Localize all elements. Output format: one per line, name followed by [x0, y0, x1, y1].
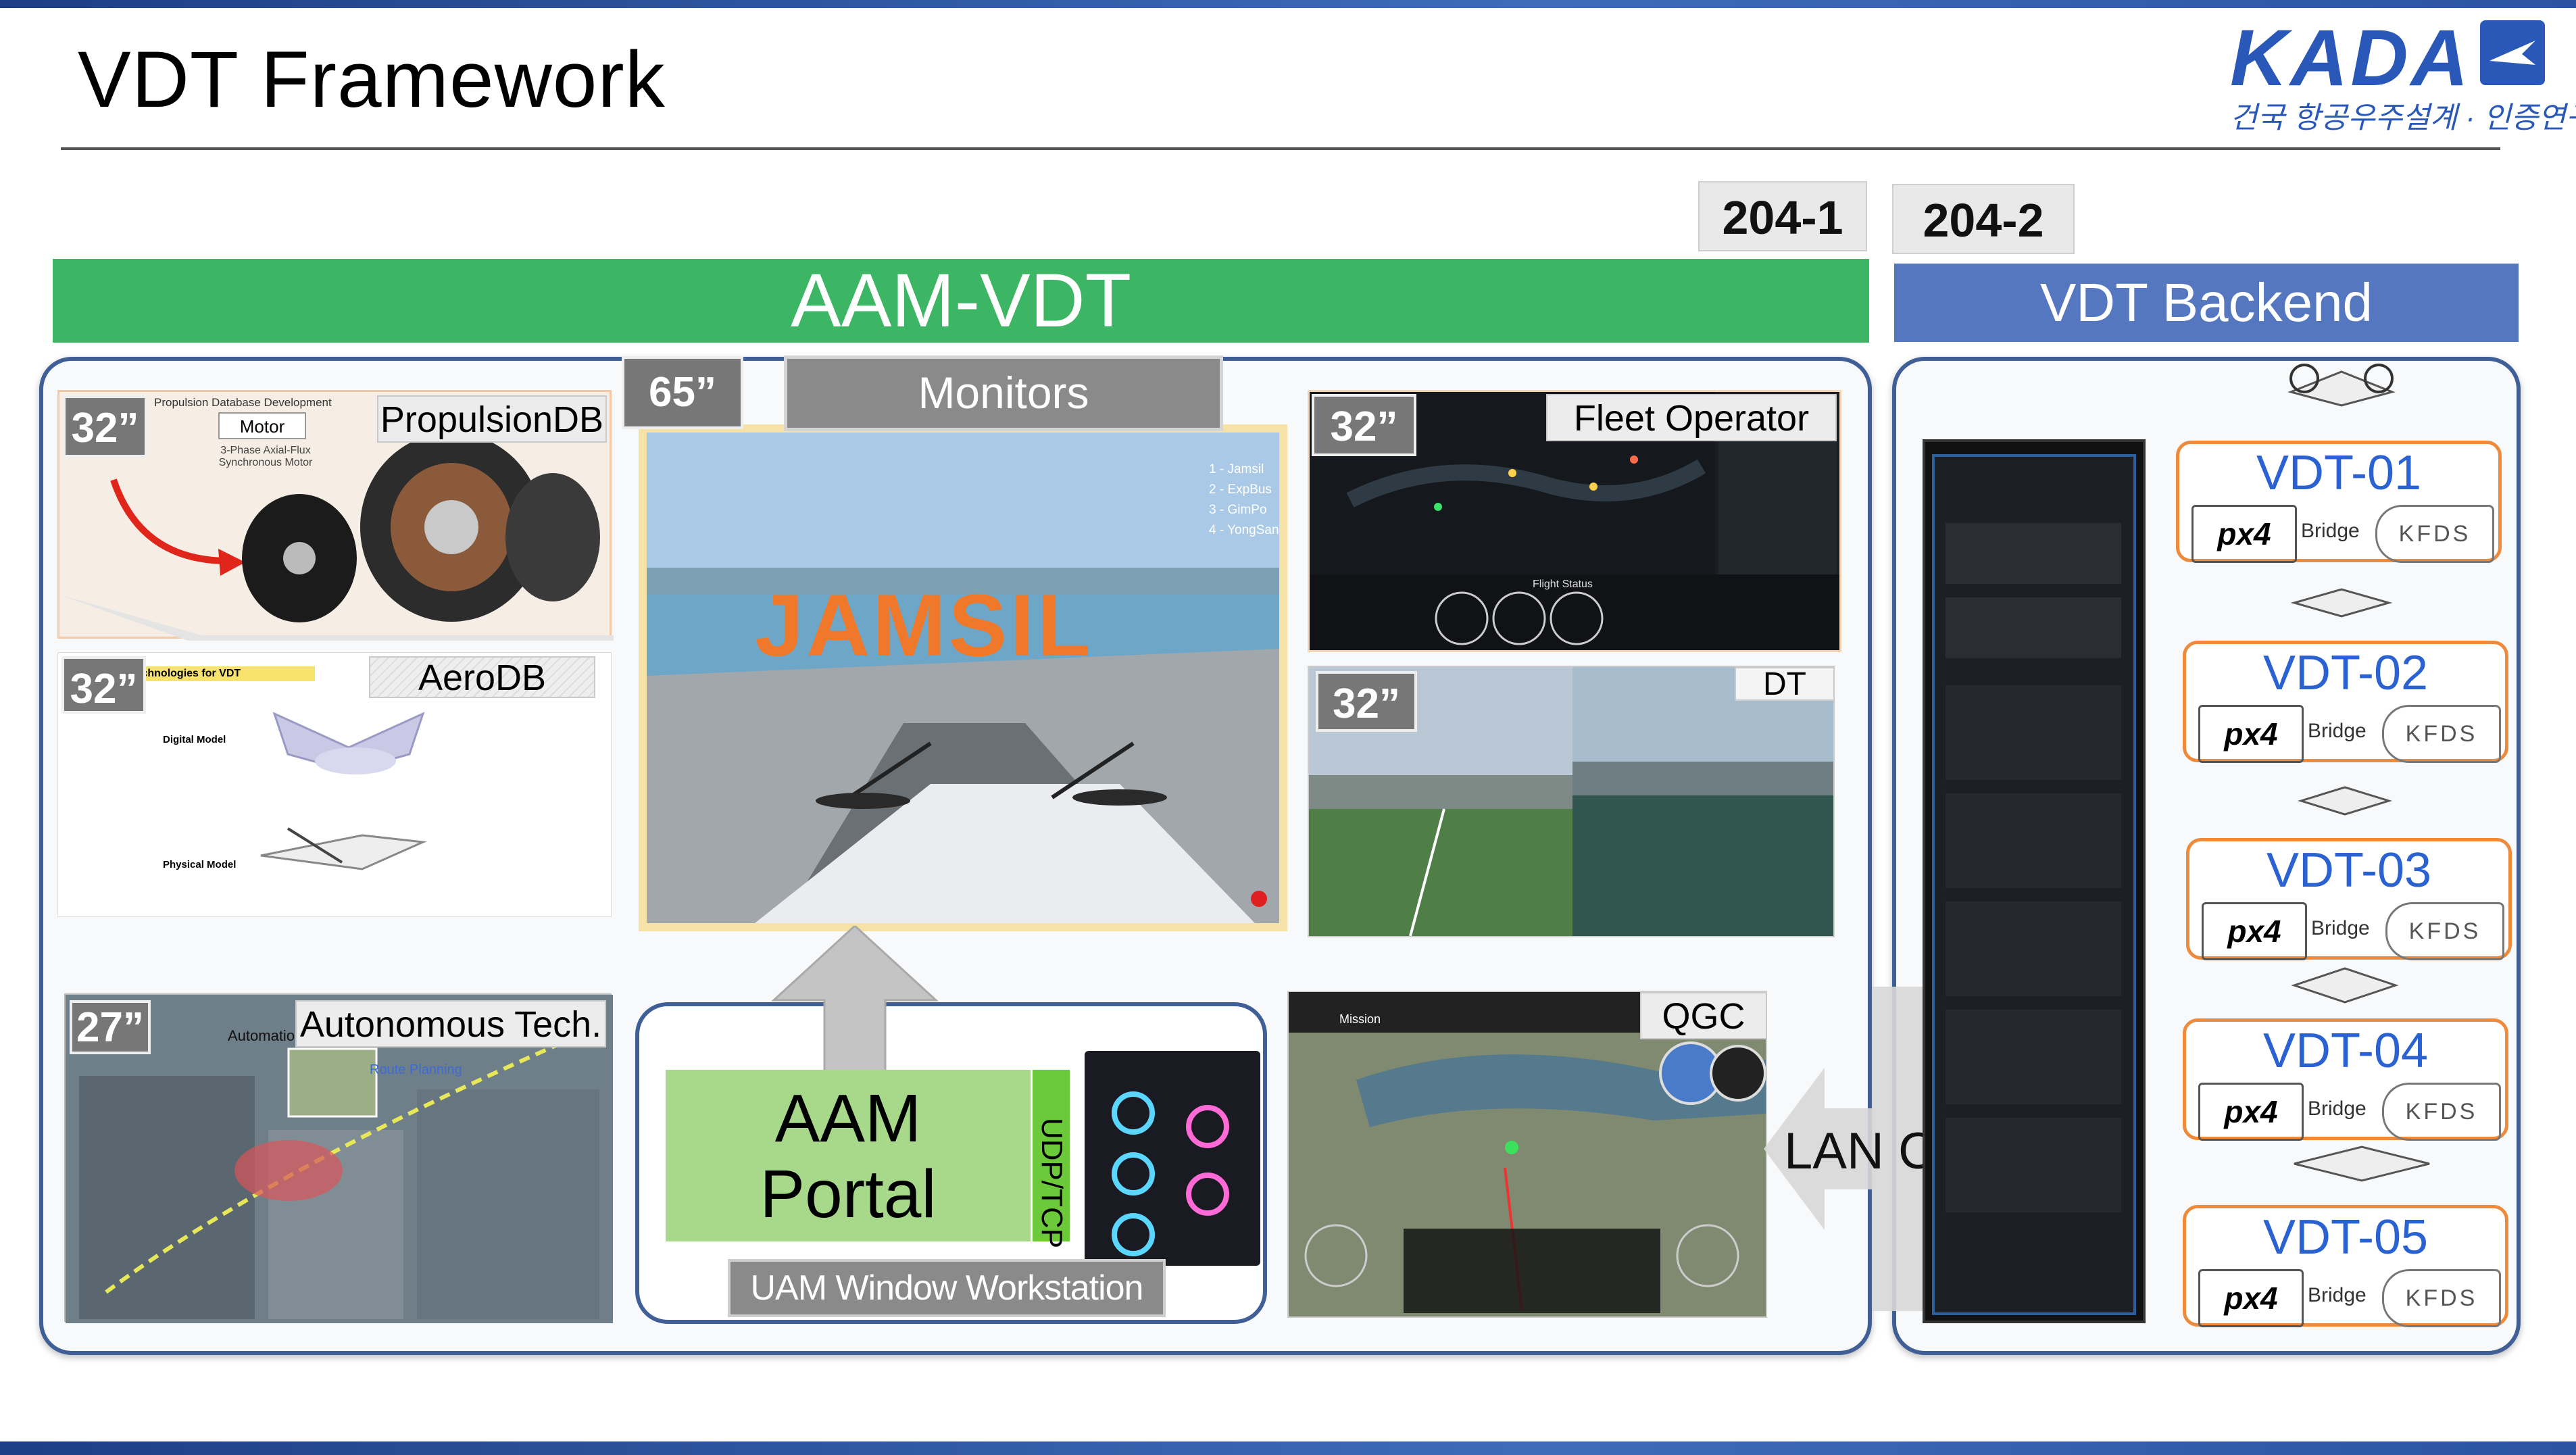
px4-logo: px4	[2191, 505, 2297, 563]
logo-subtitle: 건국 항공우주설계 · 인증연구소	[2230, 101, 2576, 134]
autonomous-tech-label: Autonomous Tech.	[295, 1000, 606, 1047]
evtol-drone-icon	[2290, 588, 2393, 618]
vdt-title: VDT-04	[2262, 1024, 2429, 1078]
kada-logo: KADA 건국 항공우주설계 · 인증연구소	[2230, 12, 2576, 134]
qgc-map-icon	[1289, 992, 1766, 1316]
vdt-title: VDT-03	[2266, 843, 2432, 897]
monitors-label: Monitors	[784, 355, 1223, 431]
room-tag-right: 204-2	[1892, 184, 2075, 254]
vdt-card: VDT-02 px4 Bridge KFDS	[2183, 641, 2508, 763]
px4-logo: px4	[2198, 1269, 2304, 1327]
title-divider	[61, 147, 2500, 150]
dt-label: DT	[1735, 667, 1835, 701]
evtol-drone-icon	[2287, 364, 2396, 407]
propulsion-db-label: PropulsionDB	[377, 395, 607, 443]
portal-line-1: AAM	[774, 1081, 922, 1156]
px4-logo: px4	[2198, 1083, 2304, 1141]
size-badge: 27”	[70, 1000, 151, 1054]
station-item: 1 - Jamsil	[1209, 462, 1264, 476]
fleet-operator-label: Fleet Operator	[1546, 394, 1837, 441]
vdt-card: VDT-04 px4 Bridge KFDS	[2183, 1018, 2508, 1141]
evtol-drone-icon	[2297, 786, 2393, 816]
px4-logo: px4	[2198, 705, 2304, 763]
vdt-backend-header: VDT Backend	[1894, 264, 2519, 342]
slide-title: VDT Framework	[78, 35, 666, 124]
logo-wordmark: KADA	[2230, 14, 2471, 103]
scene-location-text: JAMSIL	[755, 576, 1093, 674]
propulsion-db-panel: Propulsion Database Development Motor 3-…	[57, 390, 614, 641]
size-badge: 32”	[63, 395, 147, 458]
bridge-label: Bridge	[2311, 917, 2370, 939]
simulator-view-icon	[647, 433, 1279, 923]
automation-label: Automation	[228, 1027, 303, 1044]
size-badge: 32”	[1316, 671, 1417, 732]
bridge-label: Bridge	[2308, 720, 2367, 742]
udp-tcp-label: UDP/TCP	[1035, 1118, 1068, 1249]
px4-logo: px4	[2202, 902, 2307, 960]
vdt-title: VDT-05	[2262, 1210, 2429, 1264]
server-rack-image	[1923, 439, 2146, 1323]
bridge-label: Bridge	[2301, 520, 2360, 542]
workstation-label: UAM Window Workstation	[728, 1259, 1166, 1317]
fleet-operator-panel: Flight Status 32” Fleet Operator	[1308, 390, 1841, 652]
aam-vdt-header: AAM-VDT	[53, 259, 1869, 343]
size-badge: 32”	[1312, 394, 1416, 456]
pc-tower-icon	[1085, 1051, 1260, 1266]
size-badge: 65”	[622, 356, 743, 429]
kfds-logo: KFDS	[2382, 1269, 2501, 1327]
up-arrow-icon	[771, 926, 939, 1075]
aam-portal-block: AAM Portal	[666, 1070, 1031, 1241]
server-rack-icon	[1932, 454, 2136, 1315]
bridge-label: Bridge	[2308, 1284, 2367, 1306]
top-accent-bar	[0, 0, 2576, 8]
flight-status-label: Flight Status	[1533, 578, 1593, 590]
autonomous-tech-panel: Automation Route Planning 27” Autonomous…	[64, 993, 613, 1323]
bottom-accent-bar	[0, 1441, 2576, 1455]
qgc-mode-label: Mission	[1339, 1012, 1381, 1026]
kfds-logo: KFDS	[2382, 705, 2501, 763]
plane-icon	[2480, 20, 2545, 85]
monitors-panel: JAMSIL 1 - Jamsil 2 - ExpBus 3 - GimPo 4…	[639, 424, 1287, 931]
vdt-title: VDT-02	[2262, 646, 2429, 700]
bridge-label: Bridge	[2308, 1098, 2367, 1120]
vdt-card: VDT-05 px4 Bridge KFDS	[2183, 1205, 2508, 1327]
station-item: 3 - GimPo	[1209, 503, 1267, 517]
vdt-title: VDT-01	[2256, 446, 2422, 500]
size-badge: 32”	[61, 656, 146, 714]
kfds-logo: KFDS	[2382, 1083, 2501, 1141]
aero-db-label: AeroDB	[369, 656, 595, 698]
kfds-logo: KFDS	[2375, 505, 2494, 563]
route-planning-label: Route Planning	[370, 1062, 462, 1077]
vdt-card: VDT-03 px4 Bridge KFDS	[2186, 838, 2512, 960]
portal-line-2: Portal	[760, 1156, 937, 1232]
vdt-card: VDT-01 px4 Bridge KFDS	[2176, 441, 2502, 563]
digital-twin-panel: 32” DT	[1308, 666, 1835, 937]
room-tag-left: 204-1	[1698, 181, 1867, 251]
aero-db-panel: Technologies for VDT Digital Model Physi…	[57, 652, 612, 917]
evtol-drone-icon	[2291, 967, 2399, 1004]
station-item: 4 - YongSan	[1209, 523, 1279, 537]
station-item: 2 - ExpBus	[1209, 483, 1272, 497]
evtol-drone-icon	[2294, 1145, 2430, 1182]
kfds-logo: KFDS	[2385, 902, 2504, 960]
station-list: 1 - Jamsil 2 - ExpBus 3 - GimPo 4 - Yong…	[1209, 460, 1279, 541]
qgc-label: QGC	[1640, 992, 1767, 1039]
qgc-panel: Mission QGC	[1287, 991, 1767, 1318]
